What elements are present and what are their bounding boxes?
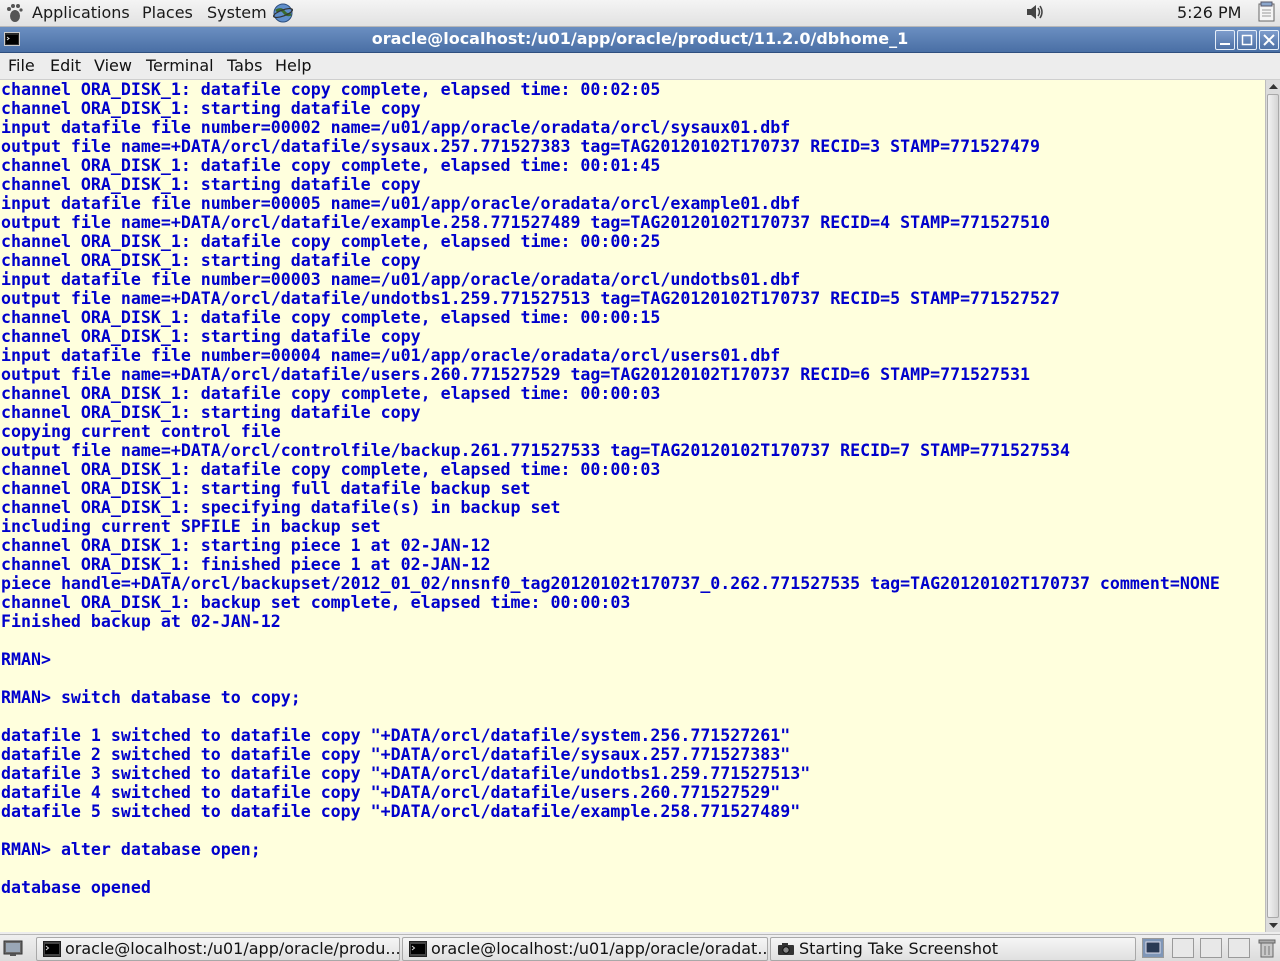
maximize-button[interactable] (1237, 30, 1257, 50)
terminal-line: output file name=+DATA/orcl/datafile/use… (1, 365, 1030, 384)
window-title: oracle@localhost:/u01/app/oracle/product… (371, 29, 909, 48)
show-desktop-icon[interactable] (2, 938, 24, 958)
workspace-2[interactable] (1172, 938, 1194, 958)
menubar: File Edit View Terminal Tabs Help (0, 53, 1280, 80)
menu-edit[interactable]: Edit (50, 56, 81, 75)
terminal-line: channel ORA_DISK_1: starting datafile co… (1, 403, 421, 422)
window-titlebar[interactable]: oracle@localhost:/u01/app/oracle/product… (0, 27, 1280, 53)
menu-view[interactable]: View (94, 56, 132, 75)
taskbar-item-label: Starting Take Screenshot (799, 939, 999, 958)
terminal-line: channel ORA_DISK_1: datafile copy comple… (1, 156, 661, 175)
terminal-lines: channel ORA_DISK_1: datafile copy comple… (1, 80, 1220, 897)
terminal-line: channel ORA_DISK_1: datafile copy comple… (1, 384, 661, 403)
volume-icon[interactable] (1024, 2, 1046, 22)
minimize-button[interactable] (1215, 30, 1235, 50)
terminal-line: channel ORA_DISK_1: datafile copy comple… (1, 80, 661, 99)
terminal-line: RMAN> switch database to copy; (1, 688, 301, 707)
applications-menu[interactable]: Applications (32, 3, 130, 22)
menu-tabs[interactable]: Tabs (227, 56, 262, 75)
places-menu[interactable]: Places (142, 3, 193, 22)
terminal-line: input datafile file number=00003 name=/u… (1, 270, 801, 289)
taskbar-item-terminal-1[interactable]: oracle@localhost:/u01/app/oracle/produ..… (36, 937, 400, 961)
taskbar-item-screenshot[interactable]: Starting Take Screenshot (770, 937, 1136, 961)
clock[interactable]: 5:26 PM (1177, 3, 1241, 22)
terminal-line: input datafile file number=00004 name=/u… (1, 346, 781, 365)
terminal-line: Finished backup at 02-JAN-12 (1, 612, 281, 631)
taskbar-item-label: oracle@localhost:/u01/app/oracle/oradat.… (431, 939, 768, 958)
web-browser-icon[interactable] (272, 2, 294, 24)
taskbar-item-label: oracle@localhost:/u01/app/oracle/produ..… (65, 939, 400, 958)
terminal-icon (43, 941, 61, 957)
terminal-line: channel ORA_DISK_1: starting datafile co… (1, 175, 421, 194)
terminal-line: input datafile file number=00005 name=/u… (1, 194, 801, 213)
terminal-line: channel ORA_DISK_1: datafile copy comple… (1, 460, 661, 479)
terminal-line: RMAN> (1, 650, 51, 669)
terminal-line: including current SPFILE in backup set (1, 517, 381, 536)
terminal-line: datafile 5 switched to datafile copy "+D… (1, 802, 801, 821)
terminal-line: piece handle=+DATA/orcl/backupset/2012_0… (1, 574, 1220, 593)
terminal-line: channel ORA_DISK_1: specifying datafile(… (1, 498, 561, 517)
terminal-line: output file name=+DATA/orcl/datafile/sys… (1, 137, 1040, 156)
terminal-line: output file name=+DATA/orcl/controlfile/… (1, 441, 1070, 460)
terminal-line: database opened (1, 878, 151, 897)
maximize-icon (1241, 34, 1253, 46)
terminal-line: copying current control file (1, 422, 281, 441)
terminal-line: channel ORA_DISK_1: backup set complete,… (1, 593, 631, 612)
terminal-line: channel ORA_DISK_1: starting datafile co… (1, 327, 421, 346)
notes-icon[interactable] (1256, 1, 1278, 23)
menu-terminal[interactable]: Terminal (146, 56, 214, 75)
terminal-line: RMAN> alter database open; (1, 840, 261, 859)
workspace-1[interactable] (1142, 938, 1164, 958)
terminal-line: datafile 3 switched to datafile copy "+D… (1, 764, 811, 783)
terminal-line: channel ORA_DISK_1: starting datafile co… (1, 251, 421, 270)
terminal-icon (409, 941, 427, 957)
menu-file[interactable]: File (8, 56, 35, 75)
close-button[interactable] (1259, 30, 1279, 50)
scroll-up-arrow-icon[interactable] (1266, 80, 1280, 94)
terminal-line: channel ORA_DISK_1: starting piece 1 at … (1, 536, 491, 555)
terminal-line: channel ORA_DISK_1: datafile copy comple… (1, 308, 661, 327)
scrollbar-thumb[interactable] (1267, 94, 1279, 918)
trash-icon[interactable] (1258, 938, 1276, 958)
workspace-3[interactable] (1200, 938, 1222, 958)
scroll-down-arrow-icon[interactable] (1266, 918, 1280, 932)
terminal-line: channel ORA_DISK_1: starting full datafi… (1, 479, 531, 498)
bottom-panel: oracle@localhost:/u01/app/oracle/produ..… (0, 934, 1280, 961)
menu-help[interactable]: Help (275, 56, 311, 75)
terminal-line: channel ORA_DISK_1: starting datafile co… (1, 99, 421, 118)
terminal-line: datafile 1 switched to datafile copy "+D… (1, 726, 791, 745)
terminal-line: channel ORA_DISK_1: datafile copy comple… (1, 232, 661, 251)
terminal-output[interactable]: channel ORA_DISK_1: datafile copy comple… (0, 80, 1265, 932)
system-menu[interactable]: System (207, 3, 267, 22)
terminal-line: input datafile file number=00002 name=/u… (1, 118, 791, 137)
taskbar-item-terminal-2[interactable]: oracle@localhost:/u01/app/oracle/oradat.… (402, 937, 768, 961)
terminal-line: channel ORA_DISK_1: finished piece 1 at … (1, 555, 491, 574)
minimize-icon (1220, 43, 1230, 45)
camera-icon (778, 943, 794, 955)
terminal-line: output file name=+DATA/orcl/datafile/und… (1, 289, 1060, 308)
workspace-4[interactable] (1228, 938, 1250, 958)
close-icon (1263, 34, 1275, 46)
vertical-scrollbar[interactable] (1265, 80, 1280, 932)
terminal-line: datafile 4 switched to datafile copy "+D… (1, 783, 781, 802)
gnome-foot-icon[interactable] (5, 3, 23, 23)
workspace-window-icon (1145, 941, 1161, 954)
terminal-line: output file name=+DATA/orcl/datafile/exa… (1, 213, 1050, 232)
terminal-line: datafile 2 switched to datafile copy "+D… (1, 745, 791, 764)
top-panel: Applications Places System 5:26 PM (0, 0, 1280, 27)
